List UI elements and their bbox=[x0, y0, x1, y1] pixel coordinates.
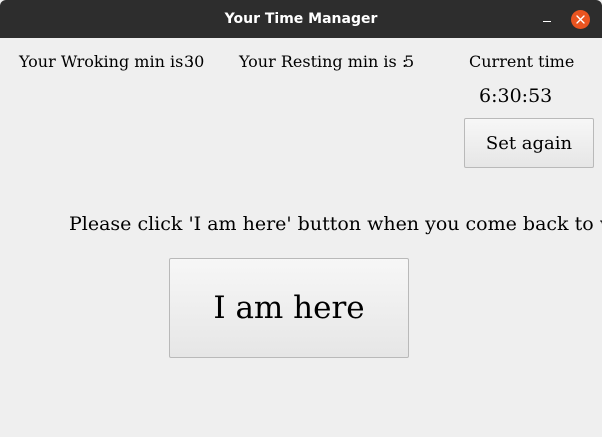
resting-min-label: Your Resting min is : bbox=[239, 52, 408, 71]
set-again-label: Set again bbox=[485, 132, 573, 154]
working-min-label: Your Wroking min is : bbox=[19, 52, 194, 71]
i-am-here-label: I am here bbox=[213, 290, 365, 326]
title-bar[interactable]: Your Time Manager bbox=[0, 0, 602, 38]
close-icon[interactable] bbox=[571, 10, 590, 29]
i-am-here-button[interactable]: I am here bbox=[169, 258, 409, 358]
window-title: Your Time Manager bbox=[224, 11, 378, 27]
set-again-button[interactable]: Set again bbox=[464, 118, 594, 168]
app-window: Your Time Manager Your Wroking min is : … bbox=[0, 0, 602, 437]
working-min-value: 30 bbox=[184, 52, 205, 71]
current-time-label: Current time bbox=[469, 52, 575, 71]
current-time-value: 6:30:53 bbox=[479, 85, 553, 107]
return-message: Please click 'I am here' button when you… bbox=[69, 213, 602, 235]
resting-min-value: 5 bbox=[404, 52, 415, 71]
minimize-icon[interactable] bbox=[536, 10, 558, 30]
